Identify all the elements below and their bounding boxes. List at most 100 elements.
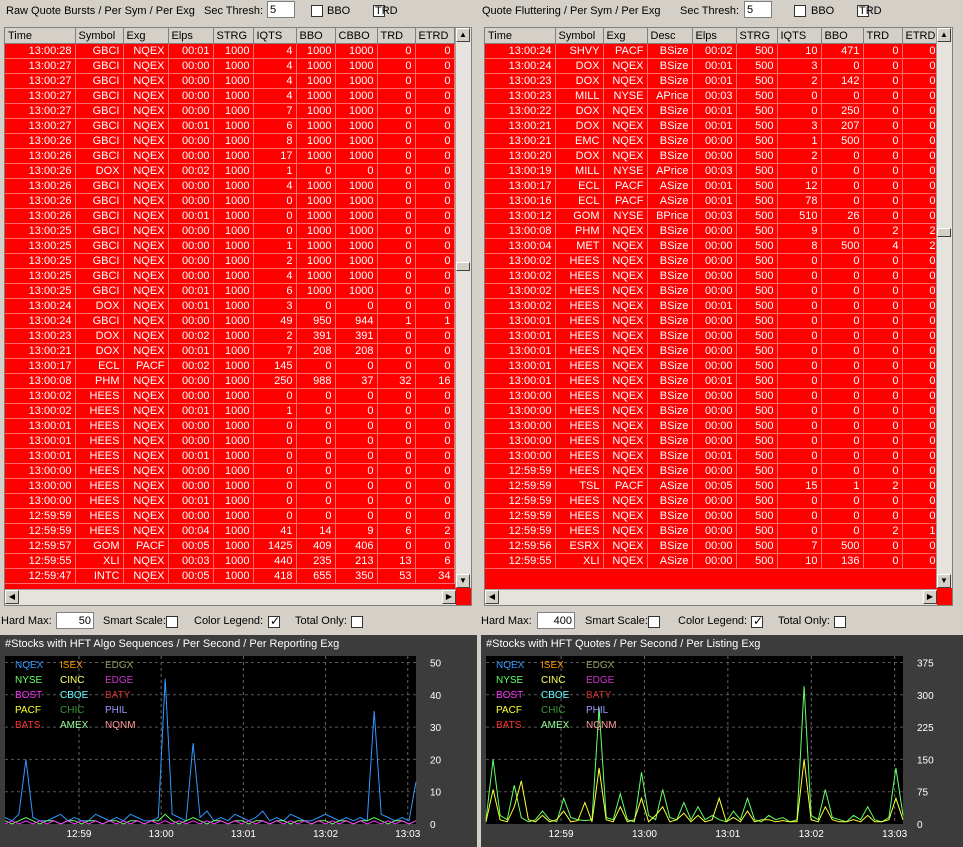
table-row[interactable]: 13:00:02 HEES NQEX BSize 00:00 500 0 0 0 0: [485, 268, 940, 284]
vertical-scrollbar[interactable]: ▲ ▼: [455, 28, 471, 588]
table-row[interactable]: 13:00:01 HEES NQEX 00:00 1000 0 0 0 0 0: [5, 418, 455, 434]
column-header-exg[interactable]: Exg: [603, 28, 648, 44]
scroll-down-arrow-icon[interactable]: ▼: [937, 574, 951, 588]
table-row[interactable]: 12:59:57 GOM PACF 00:05 1000 1425 409 406 0 0: [5, 538, 455, 554]
table-row[interactable]: 13:00:27 GBCI NQEX 00:00 1000 7 1000 1000 0 0: [5, 103, 455, 119]
column-header-bbo[interactable]: BBO: [296, 28, 336, 44]
table-row[interactable]: 13:00:01 HEES NQEX BSize 00:00 500 0 0 0 0: [485, 358, 940, 374]
column-header-bbo[interactable]: BBO: [821, 28, 864, 44]
table-row[interactable]: 13:00:02 HEES NQEX 00:00 1000 0 0 0 0 0: [5, 388, 455, 404]
hard-max-input[interactable]: [56, 612, 94, 629]
column-header-elps[interactable]: Elps: [168, 28, 214, 44]
scroll-up-arrow-icon[interactable]: ▲: [937, 28, 951, 42]
total-only-checkbox[interactable]: [834, 616, 846, 628]
table-row[interactable]: 13:00:02 HEES NQEX BSize 00:00 500 0 0 0 0: [485, 253, 940, 269]
table-row[interactable]: 12:59:47 INTC NQEX 00:05 1000 418 655 350 53 34: [5, 568, 455, 584]
table-row[interactable]: 12:59:59 TSL PACF ASize 00:05 500 15 1 2 0: [485, 478, 940, 494]
table-row[interactable]: 13:00:21 EMC NQEX BSize 00:00 500 1 500 0 0: [485, 133, 940, 149]
table-row[interactable]: 13:00:21 DOX NQEX BSize 00:01 500 3 207 0 0: [485, 118, 940, 134]
table-row[interactable]: 13:00:08 PHM NQEX 00:00 1000 250 988 37 32 16: [5, 373, 455, 389]
table-row[interactable]: 13:00:00 HEES NQEX BSize 00:01 500 0 0 0 0: [485, 448, 940, 464]
sec-thresh-input[interactable]: [267, 1, 295, 18]
table-row[interactable]: 12:59:56 ESRX NQEX BSize 00:00 500 7 500 0 0: [485, 538, 940, 554]
scroll-up-arrow-icon[interactable]: ▲: [456, 28, 470, 42]
table-row[interactable]: 13:00:26 GBCI NQEX 00:00 1000 8 1000 1000 0 0: [5, 133, 455, 149]
table-row[interactable]: 13:00:00 HEES NQEX BSize 00:00 500 0 0 0 0: [485, 433, 940, 449]
table-row[interactable]: 13:00:24 SHVY PACF BSize 00:02 500 10 471 0 0: [485, 43, 940, 59]
color-legend-checkbox[interactable]: [268, 614, 280, 628]
column-header-cbbo[interactable]: CBBO: [335, 28, 378, 44]
column-header-trd[interactable]: TRD: [863, 28, 903, 44]
table-row[interactable]: 13:00:24 DOX NQEX 00:01 1000 3 0 0 0 0: [5, 298, 455, 314]
table-row[interactable]: 13:00:02 HEES NQEX 00:01 1000 1 0 0 0 0: [5, 403, 455, 419]
column-header-iqts[interactable]: IQTS: [253, 28, 297, 44]
column-header-strg[interactable]: STRG: [213, 28, 254, 44]
table-row[interactable]: 13:00:25 GBCI NQEX 00:00 1000 4 1000 1000 0 0: [5, 268, 455, 284]
bbo-checkbox[interactable]: [311, 5, 323, 17]
scroll-left-arrow-icon[interactable]: ◀: [5, 590, 19, 604]
table-row[interactable]: 12:59:59 HEES NQEX BSize 00:00 500 0 0 2 1: [485, 523, 940, 539]
table-row[interactable]: 13:00:00 HEES NQEX BSize 00:00 500 0 0 0 0: [485, 388, 940, 404]
table-row[interactable]: 13:00:26 DOX NQEX 00:02 1000 1 0 0 0 0: [5, 163, 455, 179]
table-row[interactable]: 13:00:23 DOX NQEX BSize 00:01 500 2 142 0 0: [485, 73, 940, 89]
table-row[interactable]: 13:00:00 HEES NQEX 00:01 1000 0 0 0 0 0: [5, 493, 455, 509]
hard-max-input[interactable]: [537, 612, 575, 629]
table-row[interactable]: 12:59:55 XLI NQEX 00:03 1000 440 235 213 13 6: [5, 553, 455, 569]
table-row[interactable]: 13:00:04 MET NQEX BSize 00:00 500 8 500 4 2: [485, 238, 940, 254]
table-row[interactable]: 13:00:24 GBCI NQEX 00:00 1000 49 950 944 1 1: [5, 313, 455, 329]
table-row[interactable]: 13:00:27 GBCI NQEX 00:00 1000 4 1000 1000 0 0: [5, 58, 455, 74]
table-row[interactable]: 13:00:02 HEES NQEX BSize 00:00 500 0 0 0 0: [485, 283, 940, 299]
table-row[interactable]: 13:00:26 GBCI NQEX 00:00 1000 0 1000 1000 0 0: [5, 193, 455, 209]
column-header-time[interactable]: Time: [485, 28, 556, 44]
table-row[interactable]: 13:00:01 HEES NQEX 00:00 1000 0 0 0 0 0: [5, 433, 455, 449]
table-row[interactable]: 13:00:26 GBCI NQEX 00:01 1000 0 1000 1000 0 0: [5, 208, 455, 224]
column-header-desc[interactable]: Desc: [647, 28, 693, 44]
table-row[interactable]: 12:59:59 HEES NQEX 00:00 1000 0 0 0 0 0: [5, 508, 455, 524]
horizontal-scrollbar[interactable]: ◀ ▶: [485, 589, 937, 605]
table-row[interactable]: 13:00:16 ECL PACF ASize 00:01 500 78 0 0 0: [485, 193, 940, 209]
table-row[interactable]: 13:00:01 HEES NQEX BSize 00:00 500 0 0 0 0: [485, 328, 940, 344]
table-row[interactable]: 13:00:17 ECL PACF ASize 00:01 500 12 0 0 0: [485, 178, 940, 194]
table-row[interactable]: 13:00:00 HEES NQEX 00:00 1000 0 0 0 0 0: [5, 463, 455, 479]
smart-scale-checkbox[interactable]: [166, 616, 178, 628]
scroll-right-arrow-icon[interactable]: ▶: [923, 590, 937, 604]
table-row[interactable]: 13:00:12 GOM NYSE BPrice 00:03 500 510 26 0 0: [485, 208, 940, 224]
table-row[interactable]: 12:59:59 HEES NQEX BSize 00:00 500 0 0 0 0: [485, 493, 940, 509]
column-header-etrd[interactable]: ETRD: [415, 28, 455, 44]
column-header-iqts[interactable]: IQTS: [777, 28, 822, 44]
table-row[interactable]: 13:00:24 DOX NQEX BSize 00:01 500 3 0 0 0: [485, 58, 940, 74]
table-row[interactable]: 13:00:02 HEES NQEX BSize 00:01 500 0 0 0 0: [485, 298, 940, 314]
column-header-elps[interactable]: Elps: [692, 28, 737, 44]
column-header-etrd[interactable]: ETRD: [902, 28, 940, 44]
table-row[interactable]: 12:59:59 HEES NQEX BSize 00:00 500 0 0 0 0: [485, 508, 940, 524]
table-row[interactable]: 12:59:55 XLI NQEX ASize 00:00 500 10 136 0 0: [485, 553, 940, 569]
table-row[interactable]: 13:00:25 GBCI NQEX 00:00 1000 0 1000 1000 0 0: [5, 223, 455, 239]
table-row[interactable]: 13:00:08 PHM NQEX BSize 00:00 500 9 0 2 2: [485, 223, 940, 239]
table-row[interactable]: 13:00:01 HEES NQEX BSize 00:00 500 0 0 0 0: [485, 343, 940, 359]
table-row[interactable]: 13:00:27 GBCI NQEX 00:01 1000 6 1000 1000 0 0: [5, 118, 455, 134]
table-row[interactable]: 12:59:59 HEES NQEX 00:04 1000 41 14 9 6 2: [5, 523, 455, 539]
horizontal-scrollbar[interactable]: ◀ ▶: [5, 589, 456, 605]
table-row[interactable]: 13:00:00 HEES NQEX BSize 00:00 500 0 0 0 0: [485, 403, 940, 419]
table-row[interactable]: 13:00:00 HEES NQEX 00:00 1000 0 0 0 0 0: [5, 478, 455, 494]
smart-scale-checkbox[interactable]: [648, 616, 660, 628]
vertical-scrollbar[interactable]: ▲ ▼: [936, 28, 952, 588]
scroll-down-arrow-icon[interactable]: ▼: [456, 574, 470, 588]
table-row[interactable]: 13:00:01 HEES NQEX BSize 00:00 500 0 0 0 0: [485, 313, 940, 329]
table-row[interactable]: 13:00:25 GBCI NQEX 00:00 1000 1 1000 1000 0 0: [5, 238, 455, 254]
table-row[interactable]: 13:00:25 GBCI NQEX 00:01 1000 6 1000 1000 0 0: [5, 283, 455, 299]
scroll-left-arrow-icon[interactable]: ◀: [485, 590, 499, 604]
table-row[interactable]: 13:00:23 DOX NQEX 00:02 1000 2 391 391 0 0: [5, 328, 455, 344]
table-row[interactable]: 13:00:25 GBCI NQEX 00:00 1000 2 1000 1000 0 0: [5, 253, 455, 269]
scroll-thumb[interactable]: [456, 262, 470, 271]
table-row[interactable]: 13:00:19 MILL NYSE APrice 00:03 500 0 0 0 0: [485, 163, 940, 179]
table-row[interactable]: 13:00:22 DOX NQEX BSize 00:01 500 0 250 0 0: [485, 103, 940, 119]
table-row[interactable]: 13:00:00 HEES NQEX BSize 00:00 500 0 0 0 0: [485, 418, 940, 434]
table-row[interactable]: 13:00:01 HEES NQEX 00:01 1000 0 0 0 0 0: [5, 448, 455, 464]
column-header-strg[interactable]: STRG: [736, 28, 778, 44]
total-only-checkbox[interactable]: [351, 616, 363, 628]
column-header-symbol[interactable]: Symbol: [75, 28, 124, 44]
column-header-trd[interactable]: TRD: [377, 28, 416, 44]
table-row[interactable]: 12:59:59 HEES NQEX BSize 00:00 500 0 0 0 0: [485, 463, 940, 479]
column-header-time[interactable]: Time: [5, 28, 76, 44]
